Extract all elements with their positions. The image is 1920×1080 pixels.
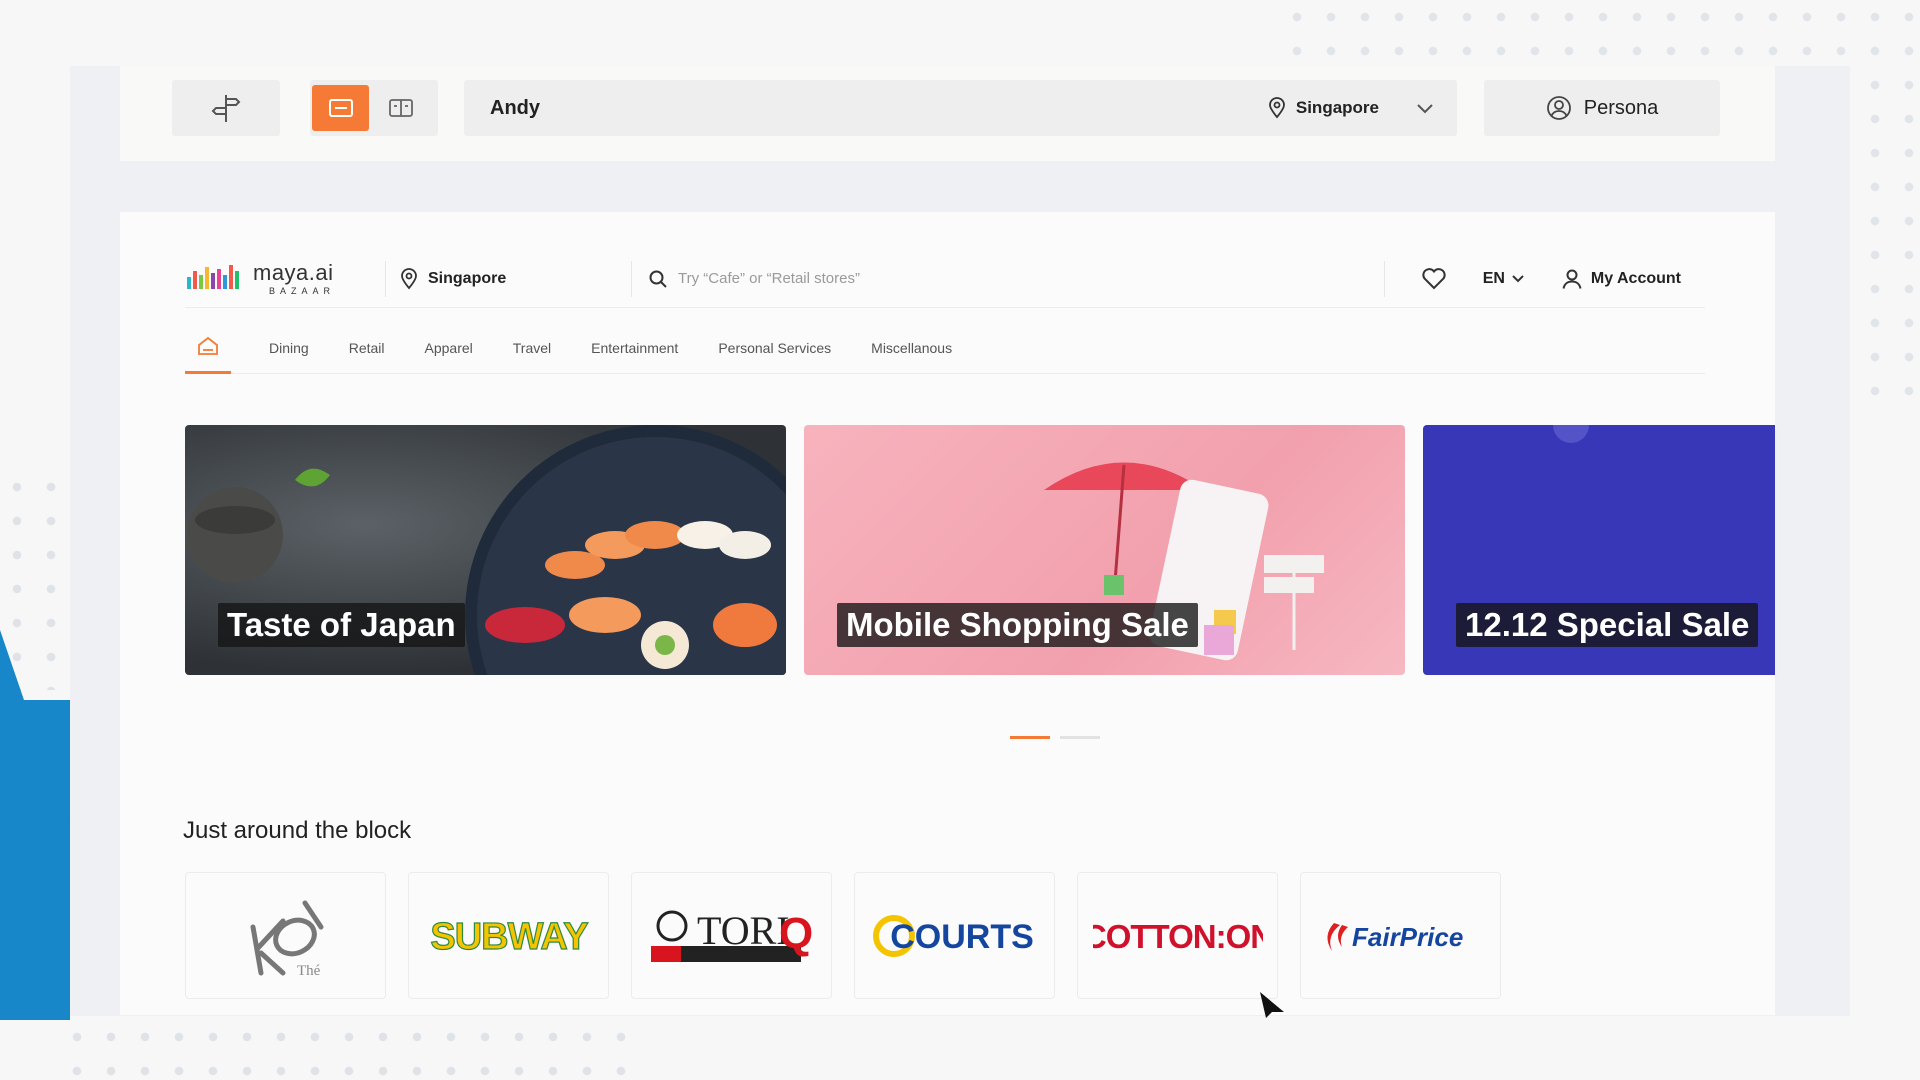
background-dots — [60, 1020, 640, 1080]
pagination-dot[interactable] — [1010, 736, 1050, 739]
svg-text:TORI: TORI — [697, 908, 790, 953]
brand-card-cotton-on[interactable]: COTTON:ON — [1077, 872, 1278, 999]
single-view-button[interactable] — [312, 85, 369, 131]
svg-text:COTTON:ON: COTTON:ON — [1093, 918, 1263, 955]
site-location-label: Singapore — [428, 269, 507, 287]
heart-icon[interactable] — [1421, 267, 1447, 291]
signpost-button[interactable] — [172, 80, 280, 136]
logo-mark-icon — [187, 264, 239, 289]
user-bar[interactable]: Andy Singapore — [464, 80, 1457, 136]
persona-button[interactable]: Persona — [1484, 80, 1720, 136]
site-search-input[interactable]: Try “Cafe” or “Retail stores” — [632, 259, 1384, 299]
logo-name: maya.ai — [253, 259, 334, 285]
carousel-slide[interactable]: Mobile Shopping Sale — [804, 425, 1405, 675]
location-label: Singapore — [1295, 98, 1379, 117]
subway-logo: SUBWAY — [429, 915, 589, 958]
location-selector[interactable]: Singapore — [1268, 97, 1435, 119]
logo[interactable]: maya.ai BAZAAR — [185, 261, 385, 297]
courts-logo: COURTS — [872, 914, 1034, 957]
toriq-logo: TORI Q — [650, 908, 813, 962]
svg-text:COURTS: COURTS — [890, 918, 1034, 956]
search-placeholder: Try “Cafe” or “Retail stores” — [678, 270, 860, 287]
logo-sub: BAZAAR — [269, 285, 336, 296]
category-nav: Dining Retail Apparel Travel Entertainme… — [185, 322, 1705, 374]
location-pin-icon — [401, 267, 417, 289]
pagination-dot[interactable] — [1060, 736, 1100, 739]
brand-card-koi[interactable]: Thé — [185, 872, 386, 999]
fairprice-logo: FairPrice — [1326, 922, 1463, 952]
my-account-label: My Account — [1590, 269, 1681, 287]
brand-card-subway[interactable]: SUBWAY — [408, 872, 609, 999]
slide-caption: 12.12 Special Sale — [1456, 603, 1759, 647]
nav-item-miscellanous[interactable]: Miscellanous — [871, 340, 952, 356]
my-account-button[interactable]: My Account — [1561, 268, 1681, 290]
site-header: maya.ai BAZAAR Singapore Try “Cafe” or “… — [185, 250, 1705, 308]
nav-item-dining[interactable]: Dining — [269, 340, 309, 356]
language-selector[interactable]: EN — [1483, 270, 1525, 288]
svg-text:FairPrice: FairPrice — [1352, 922, 1463, 952]
persona-label: Persona — [1583, 96, 1659, 119]
chevron-down-icon — [1512, 274, 1524, 282]
promo-carousel: Taste of Japan Mobile Shopping Sale 12.1… — [185, 425, 1775, 675]
mouse-cursor-icon — [1260, 992, 1284, 1018]
search-icon — [649, 270, 667, 288]
nav-item-apparel[interactable]: Apparel — [425, 340, 473, 356]
user-circle-icon — [1546, 96, 1571, 120]
brand-card-courts[interactable]: COURTS — [854, 872, 1055, 999]
carousel-slide[interactable]: 12.12 Special Sale — [1423, 425, 1775, 675]
website-preview: maya.ai BAZAAR Singapore Try “Cafe” or “… — [120, 212, 1775, 1015]
user-name: Andy — [490, 96, 540, 119]
view-toggle — [310, 80, 438, 136]
nav-item-personal-services[interactable]: Personal Services — [718, 340, 831, 356]
carousel-slide[interactable]: Taste of Japan — [185, 425, 786, 675]
demo-toolbar: Andy Singapore Persona — [120, 66, 1775, 161]
single-view-icon — [328, 99, 353, 117]
svg-text:Thé: Thé — [297, 963, 321, 979]
cotton-on-logo: COTTON:ON — [1093, 918, 1263, 955]
brand-card-fairprice[interactable]: FairPrice — [1300, 872, 1501, 999]
chevron-down-icon — [1417, 104, 1433, 114]
location-pin-icon — [1268, 97, 1285, 119]
nav-item-retail[interactable]: Retail — [349, 340, 385, 356]
koi-logo: Thé — [250, 900, 323, 979]
nav-item-entertainment[interactable]: Entertainment — [591, 340, 678, 356]
svg-text:SUBWAY: SUBWAY — [430, 916, 588, 958]
brand-card-toriq[interactable]: TORI Q — [631, 872, 832, 999]
signpost-icon — [211, 95, 241, 122]
section-title: Just around the block — [183, 817, 412, 844]
slide-caption: Mobile Shopping Sale — [837, 603, 1198, 647]
user-icon — [1562, 269, 1582, 289]
site-location-selector[interactable]: Singapore — [386, 267, 631, 290]
split-view-icon — [389, 99, 413, 117]
split-view-button[interactable] — [381, 85, 421, 131]
nav-item-travel[interactable]: Travel — [513, 340, 551, 356]
home-icon — [198, 336, 218, 355]
language-label: EN — [1482, 269, 1505, 287]
background-shape — [0, 630, 72, 840]
nav-home[interactable] — [185, 322, 231, 374]
carousel-pagination — [1010, 736, 1100, 739]
brand-list: Thé SUBWAY TORI Q COURTS COT — [185, 872, 1501, 999]
svg-text:Q: Q — [779, 909, 813, 958]
slide-caption: Taste of Japan — [218, 603, 465, 647]
